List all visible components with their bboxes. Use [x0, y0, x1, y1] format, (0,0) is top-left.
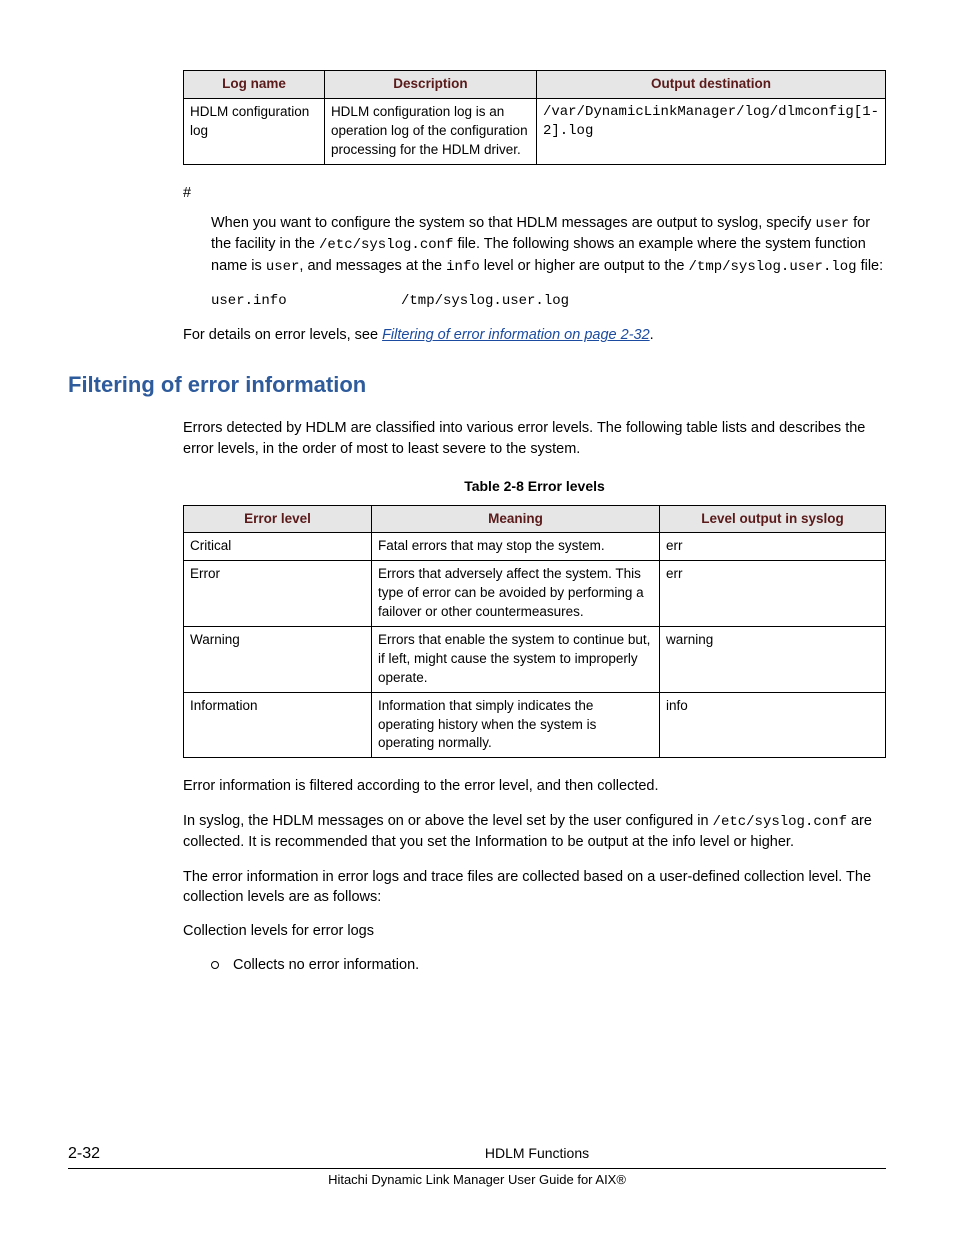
section-heading: Filtering of error information — [68, 370, 886, 401]
th-out: Output destination — [536, 71, 885, 99]
code: user — [266, 259, 300, 275]
t: level or higher are output to the — [480, 258, 689, 274]
t: In syslog, the HDLM messages on or above… — [183, 813, 713, 829]
code: info — [446, 259, 480, 275]
hash-note: # — [183, 183, 886, 203]
cell-out: /var/DynamicLinkManager/log/dlmconfig[1-… — [536, 98, 885, 164]
th-level: Error level — [184, 505, 372, 533]
bullet-icon — [211, 961, 219, 969]
footer-subtitle: Hitachi Dynamic Link Manager User Guide … — [68, 1171, 886, 1189]
code-right: /tmp/syslog.user.log — [401, 292, 569, 312]
cell-logname: HDLM configuration log — [184, 98, 325, 164]
cell-meaning: Fatal errors that may stop the system. — [372, 533, 660, 561]
para-after1: Error information is filtered according … — [183, 776, 886, 796]
cell-level: Warning — [184, 626, 372, 692]
table-row: Critical Fatal errors that may stop the … — [184, 533, 886, 561]
table-row: Information Information that simply indi… — [184, 692, 886, 758]
cell-level: Error — [184, 561, 372, 627]
cell-syslog: warning — [660, 626, 886, 692]
para-after3: The error information in error logs and … — [183, 867, 886, 908]
t: When you want to configure the system so… — [211, 215, 815, 231]
th-desc: Description — [324, 71, 536, 99]
th-syslog: Level output in syslog — [660, 505, 886, 533]
code-example: user.info/tmp/syslog.user.log — [211, 292, 886, 312]
list-item: Collects no error information. — [183, 955, 886, 975]
th-logname: Log name — [184, 71, 325, 99]
collection-heading: Collection levels for error logs — [183, 921, 886, 941]
table-row: HDLM configuration log HDLM configuratio… — [184, 98, 886, 164]
th-meaning: Meaning — [372, 505, 660, 533]
para-after2: In syslog, the HDLM messages on or above… — [183, 811, 886, 853]
t: , and messages at the — [299, 258, 446, 274]
code: /etc/syslog.conf — [319, 237, 453, 253]
t: For details on error levels, see — [183, 327, 382, 343]
t: file: — [857, 258, 884, 274]
cell-level: Information — [184, 692, 372, 758]
log-table: Log name Description Output destination … — [183, 70, 886, 165]
t: . — [650, 327, 654, 343]
cell-meaning: Errors that adversely affect the system.… — [372, 561, 660, 627]
syslog-paragraph: When you want to configure the system so… — [211, 213, 886, 278]
code-left: user.info — [211, 292, 401, 312]
filtering-intro: Errors detected by HDLM are classified i… — [183, 418, 886, 459]
cell-syslog: err — [660, 533, 886, 561]
filtering-link[interactable]: Filtering of error information on page 2… — [382, 327, 650, 343]
details-line: For details on error levels, see Filteri… — [183, 325, 886, 345]
cell-meaning: Information that simply indicates the op… — [372, 692, 660, 758]
footer-title: HDLM Functions — [188, 1144, 886, 1164]
page-footer: 2-32 HDLM Functions Hitachi Dynamic Link… — [68, 1143, 886, 1189]
cell-syslog: info — [660, 692, 886, 758]
cell-meaning: Errors that enable the system to continu… — [372, 626, 660, 692]
table2-caption: Table 2-8 Error levels — [183, 477, 886, 497]
page-number: 2-32 — [68, 1143, 188, 1165]
cell-level: Critical — [184, 533, 372, 561]
code: user — [815, 216, 849, 232]
code: /tmp/syslog.user.log — [689, 259, 857, 275]
bullet-text: Collects no error information. — [233, 955, 419, 975]
code: /etc/syslog.conf — [713, 814, 847, 830]
table-row: Error Errors that adversely affect the s… — [184, 561, 886, 627]
cell-desc: HDLM configuration log is an operation l… — [324, 98, 536, 164]
cell-syslog: err — [660, 561, 886, 627]
error-levels-table: Error level Meaning Level output in sysl… — [183, 505, 886, 759]
table-row: Warning Errors that enable the system to… — [184, 626, 886, 692]
